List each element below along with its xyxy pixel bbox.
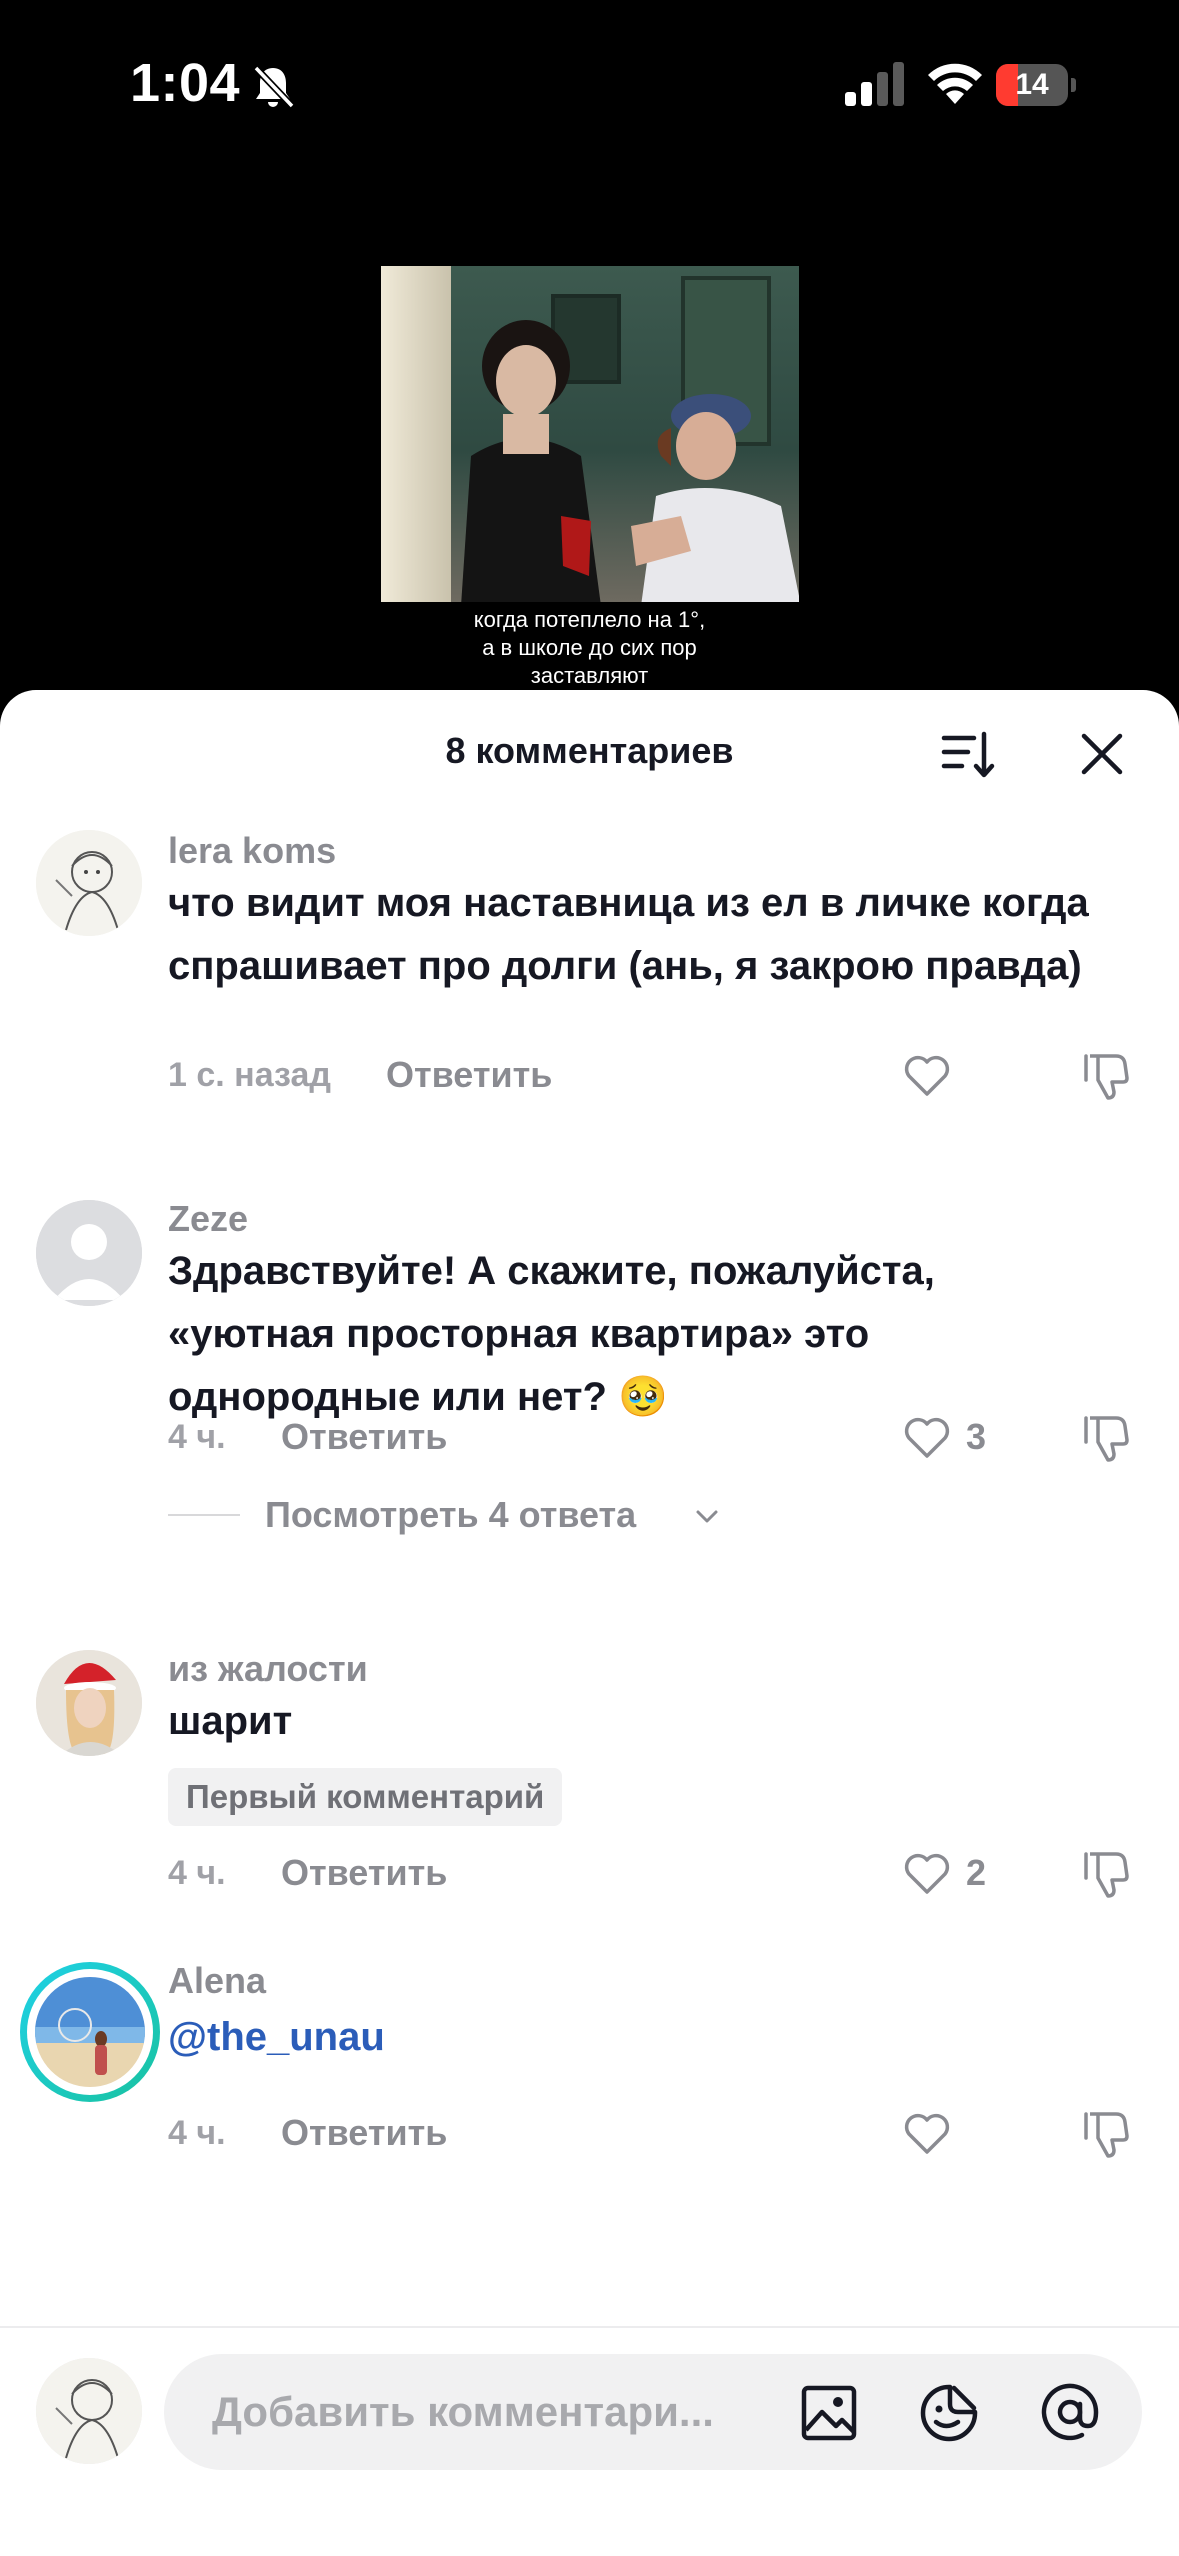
reply-button[interactable]: Ответить <box>281 2112 447 2154</box>
comment-time: 4 ч. <box>168 1418 226 1456</box>
sheet-header: 8 комментариев <box>0 690 1179 820</box>
reply-button[interactable]: Ответить <box>386 1054 552 1096</box>
heart-icon[interactable] <box>900 1048 954 1102</box>
view-replies-label: Посмотреть 4 ответа <box>265 1494 637 1535</box>
comment-text: Здравствуйте! А скажите, пожалуйста, «ую… <box>168 1249 935 1419</box>
thumbs-down-icon[interactable] <box>1080 1048 1134 1102</box>
comment-item: Alena @the_unau 4 ч. Ответить <box>0 1960 1179 2182</box>
comment-username[interactable]: из жалости <box>168 1648 368 1690</box>
thumbs-down-icon[interactable] <box>1080 1410 1134 1464</box>
like-count: 3 <box>966 1416 987 1457</box>
comment-time: 1 с. назад <box>168 1056 331 1094</box>
bell-slash-icon <box>253 65 295 109</box>
comments-count-title: 8 комментариев <box>445 730 734 771</box>
reply-button[interactable]: Ответить <box>281 1416 447 1458</box>
comment-item: Zeze Здравствуйте! А скажите, пожалуйста… <box>0 1198 1179 1630</box>
wifi-icon <box>928 63 982 104</box>
comment-time: 4 ч. <box>168 2114 226 2152</box>
comment-time: 4 ч. <box>168 1854 226 1892</box>
comment-item: из жалости шарит Первый комментарий 4 ч.… <box>0 1648 1179 1950</box>
like-count: 2 <box>966 1852 987 1893</box>
chevron-down-icon <box>696 1510 718 1523</box>
subtitle-line: а в школе до сих пор <box>482 635 697 660</box>
status-bar: 1:04 14 <box>0 0 1179 170</box>
heart-icon[interactable] <box>900 1410 954 1464</box>
heart-icon[interactable] <box>900 2106 954 2160</box>
avatar[interactable] <box>36 830 142 936</box>
comment-username[interactable]: Zeze <box>168 1198 248 1240</box>
signal-icon <box>845 62 904 106</box>
reply-button[interactable]: Ответить <box>281 1852 447 1894</box>
image-icon[interactable] <box>800 2384 858 2442</box>
story-ring[interactable] <box>20 1962 160 2102</box>
battery-percent: 14 <box>1015 68 1049 101</box>
emoji-icon[interactable] <box>918 2382 980 2444</box>
comment-item: lera koms что видит моя наставница из ел… <box>0 830 1179 1170</box>
comment-input[interactable]: Добавить комментари... <box>212 2354 822 2470</box>
battery-icon: 14 <box>996 64 1076 106</box>
comment-username[interactable]: lera koms <box>168 830 336 872</box>
subtitle-line: когда потеплело на 1°, <box>473 607 706 632</box>
avatar[interactable] <box>36 1650 142 1756</box>
at-sign-icon[interactable] <box>1038 2380 1102 2444</box>
comment-text: шарит <box>168 1699 293 1743</box>
my-avatar <box>36 2358 142 2464</box>
comments-sheet: 8 комментариев lera koms что видит моя н… <box>0 690 1179 2556</box>
close-icon[interactable] <box>1072 724 1132 784</box>
thumbs-down-icon[interactable] <box>1080 1846 1134 1900</box>
comment-text: что видит моя наставница из ел в личке к… <box>168 881 1089 988</box>
input-divider <box>0 2326 1179 2328</box>
first-comment-badge: Первый комментарий <box>168 1768 563 1826</box>
avatar[interactable] <box>36 1200 142 1306</box>
video-thumbnail <box>381 266 799 602</box>
thumbs-down-icon[interactable] <box>1080 2106 1134 2160</box>
comment-username[interactable]: Alena <box>168 1960 266 2002</box>
comment-input-bar: Добавить комментари... <box>164 2354 1142 2470</box>
status-time: 1:04 <box>130 53 241 113</box>
subtitle-line: заставляют <box>530 663 649 688</box>
video-player[interactable]: когда потеплело на 1°, а в школе до сих … <box>0 170 1179 690</box>
sort-icon[interactable] <box>938 724 998 784</box>
heart-icon[interactable] <box>900 1846 954 1900</box>
video-subtitle: когда потеплело на 1°, а в школе до сих … <box>0 606 1179 690</box>
mention-link[interactable]: @the_unau <box>168 2006 1108 2069</box>
